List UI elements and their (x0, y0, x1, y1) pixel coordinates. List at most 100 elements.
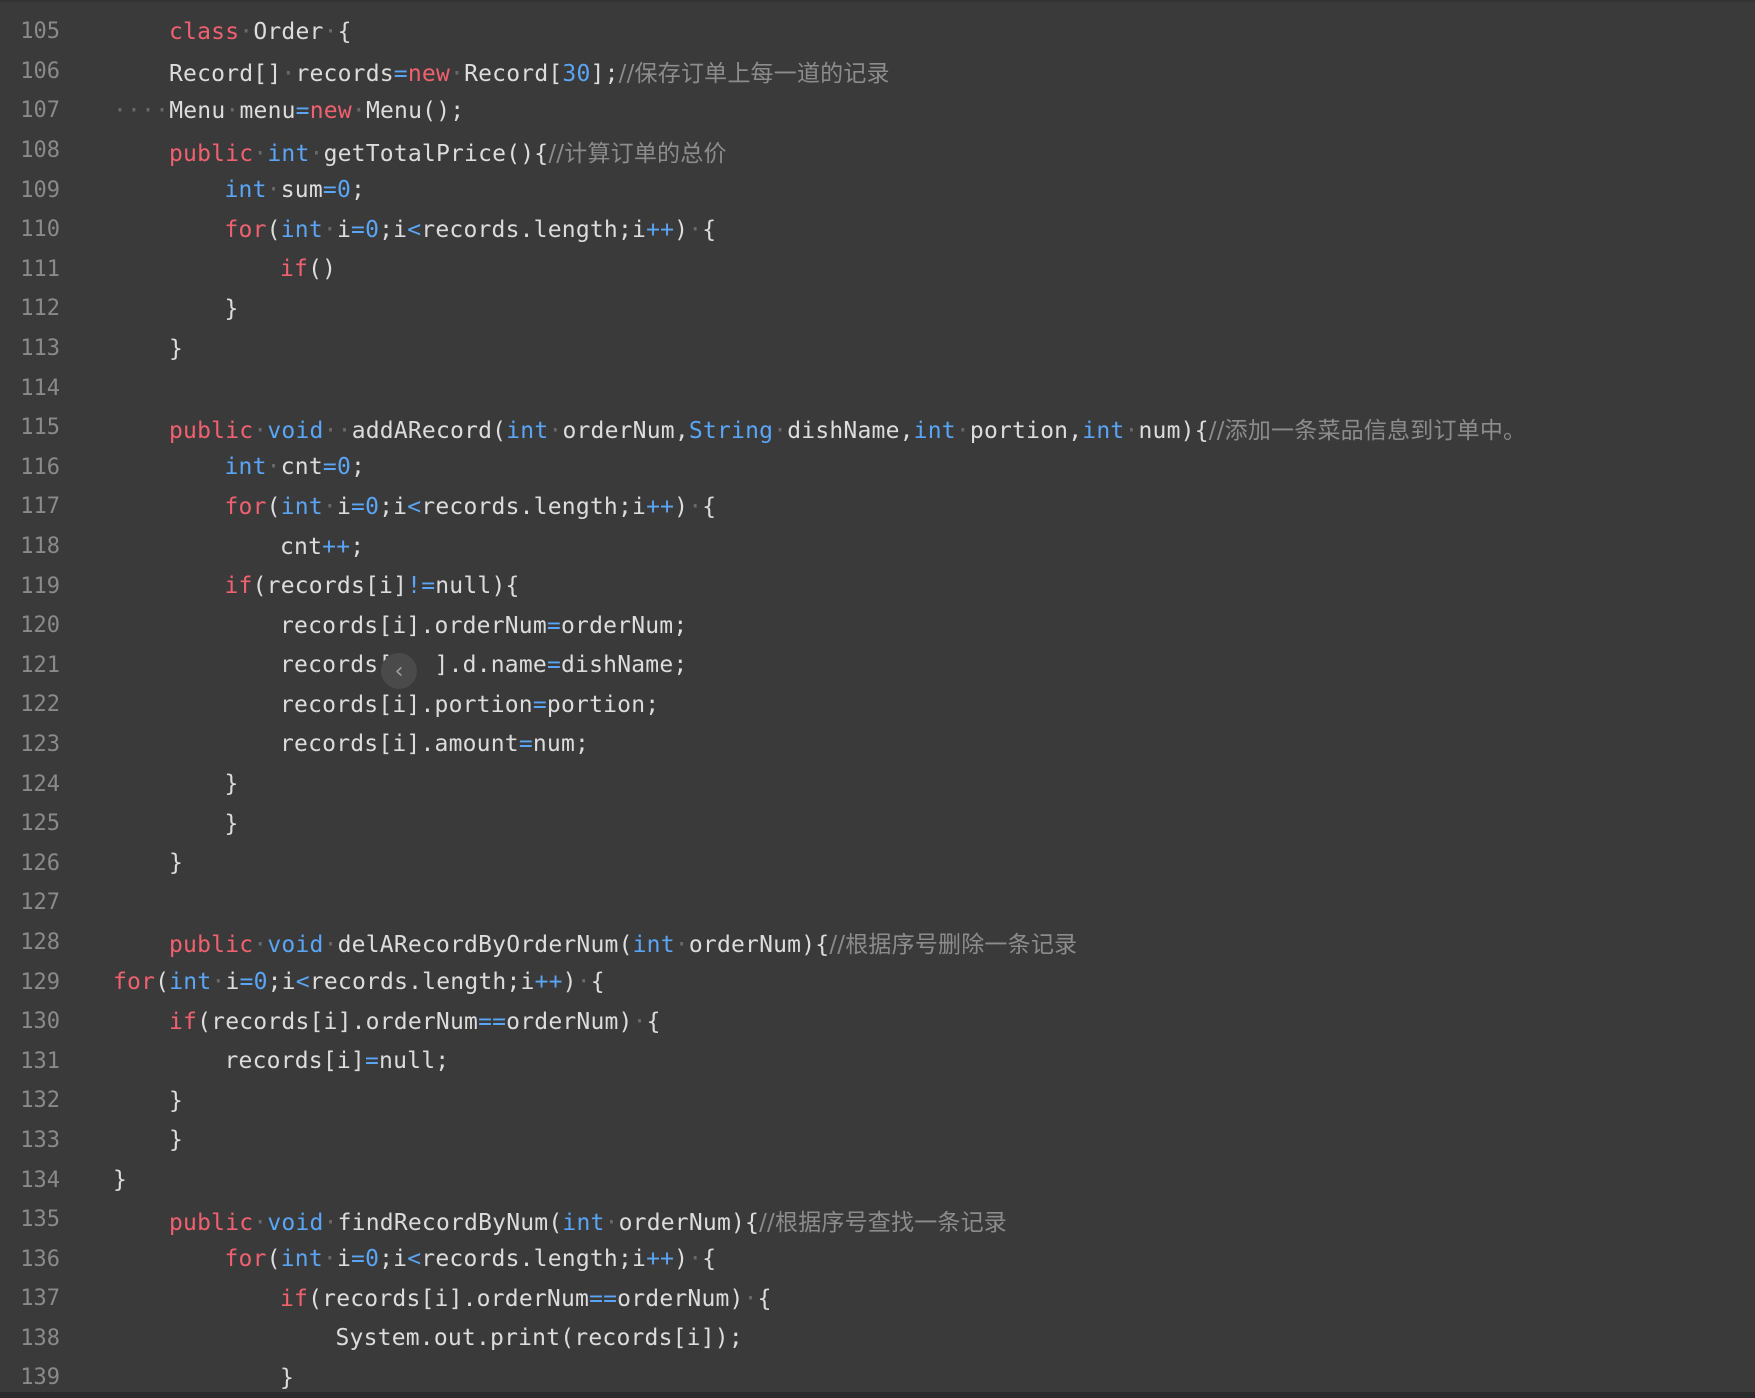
code-token: orderNum){ (688, 932, 830, 959)
code-text[interactable]: if(records[i]!=null){ (225, 573, 520, 599)
line-number: 115 (20, 415, 60, 441)
code-token: String (688, 417, 774, 444)
code-text[interactable]: for(int·i=0;i<records.length;i++)·{ (113, 969, 605, 995)
code-token: = (393, 61, 408, 88)
code-line[interactable]: 113} (0, 329, 1755, 369)
code-line[interactable]: 124} (0, 764, 1755, 804)
code-text[interactable]: if(records[i].orderNum==orderNum)·{ (280, 1286, 772, 1312)
code-text[interactable]: } (169, 1127, 183, 1153)
code-token: · (688, 493, 703, 520)
code-line[interactable]: 123 records[i].amount=num; (0, 725, 1755, 765)
code-line[interactable]: 107 ····Menu·menu=new·Menu(); (0, 91, 1755, 131)
code-line[interactable]: 137 if(records[i].orderNum==orderNum)·{ (0, 1279, 1755, 1319)
code-line[interactable]: 136 for(int·i=0;i<records.length;i++)·{ (0, 1239, 1755, 1279)
code-line[interactable]: 120 records[i].orderNum=orderNum; (0, 606, 1755, 646)
code-line[interactable]: 115 public·void··addARecord(int·orderNum,… (0, 408, 1755, 448)
line-number: 113 (20, 336, 60, 362)
code-text[interactable]: records[i].portion=portion; (280, 692, 659, 718)
code-text[interactable]: int·sum=0; (225, 177, 366, 203)
chevron-left-icon[interactable]: ‹ (381, 653, 417, 689)
code-token: int (280, 493, 323, 520)
code-token: ++ (646, 216, 675, 243)
code-text[interactable]: } (113, 1167, 127, 1193)
code-text[interactable]: if(records[i].orderNum==orderNum)·{ (169, 1009, 661, 1035)
code-token: void (267, 1209, 324, 1236)
code-text[interactable]: for(int·i=0;i<records.length;i++)·{ (225, 1246, 717, 1272)
code-text[interactable]: } (225, 811, 239, 837)
line-number: 128 (20, 929, 60, 955)
code-token: · (323, 932, 338, 959)
code-line[interactable]: 119 if(records[i]!=null){ (0, 566, 1755, 606)
code-line[interactable]: 116 int·cnt=0; (0, 448, 1755, 488)
code-line[interactable]: 108 public·int·getTotalPrice(){//计算订单的总价 (0, 131, 1755, 171)
code-text[interactable]: } (225, 296, 239, 322)
code-text[interactable]: } (225, 771, 239, 797)
code-text[interactable]: } (169, 850, 183, 876)
code-line[interactable]: 126} (0, 843, 1755, 883)
code-text[interactable]: ····Menu·menu=new·Menu(); (113, 98, 464, 124)
code-token: ++ (534, 969, 563, 996)
line-number: 118 (20, 534, 60, 560)
code-line[interactable]: 111 if() (0, 250, 1755, 290)
code-line[interactable]: 135 public·void·findRecordByNum(int·order… (0, 1200, 1755, 1240)
code-text[interactable]: records[i]=null; (225, 1048, 450, 1074)
code-line[interactable]: 134} (0, 1160, 1755, 1200)
code-text[interactable]: public·int·getTotalPrice(){//计算订单的总价 (169, 134, 727, 168)
code-line[interactable]: 118 cnt++; (0, 527, 1755, 567)
code-token: · (266, 177, 281, 204)
code-text[interactable]: System.out.print(records[i]); (336, 1325, 743, 1351)
code-line[interactable]: 138 System.out.print(records[i]); (0, 1319, 1755, 1359)
code-text[interactable]: records[i].amount=num; (280, 731, 589, 757)
code-line[interactable]: 106 Record[]·records=new·Record[30];//保存订… (0, 52, 1755, 92)
code-line[interactable]: 125} (0, 804, 1755, 844)
code-text[interactable]: Record[]·records=new·Record[30];//保存订单上每… (169, 54, 890, 88)
code-text[interactable]: for(int·i=0;i<records.length;i++)·{ (225, 494, 717, 520)
code-text[interactable]: public·void··addARecord(int·orderNum,Str… (169, 411, 1526, 445)
code-line[interactable]: 117 for(int·i=0;i<records.length;i++)·{ (0, 487, 1755, 527)
code-token: num){ (1138, 417, 1209, 444)
line-number: 123 (20, 731, 60, 757)
code-line[interactable]: 129 for(int·i=0;i<records.length;i++)·{ (0, 962, 1755, 1002)
code-lines[interactable]: 105 class·Order·{106 Record[]·records=new·… (0, 12, 1755, 1398)
code-token: } (169, 850, 184, 877)
code-line[interactable]: 127 (0, 883, 1755, 923)
line-number: 110 (20, 217, 60, 243)
code-text[interactable]: int·cnt=0; (225, 454, 366, 480)
code-text[interactable]: } (169, 1088, 183, 1114)
code-token: · (211, 969, 226, 996)
code-token: if (280, 1285, 309, 1312)
code-editor[interactable]: 105 class·Order·{106 Record[]·records=new·… (0, 0, 1755, 1398)
code-token: Record[ (464, 61, 563, 88)
code-text[interactable]: } (280, 1365, 294, 1391)
code-token: · (253, 417, 268, 444)
code-line[interactable]: 122 records[i].portion=portion; (0, 685, 1755, 725)
code-token: { (337, 18, 352, 45)
code-line[interactable]: 131 records[i]=null; (0, 1041, 1755, 1081)
code-text[interactable]: public·void·delARecordByOrderNum(int·ord… (169, 925, 1077, 959)
code-text[interactable]: if() (280, 256, 336, 282)
code-line[interactable]: 121 records[ ].d.name=dishName; (0, 646, 1755, 686)
code-token: int (562, 1209, 605, 1236)
code-text[interactable]: records[ ].d.name=dishName; (280, 652, 687, 678)
code-token: void (267, 932, 324, 959)
code-line[interactable]: 109 int·sum=0; (0, 170, 1755, 210)
code-line[interactable]: 105 class·Order·{ (0, 12, 1755, 52)
code-token: Menu(); (365, 97, 465, 124)
code-token: · (604, 1209, 619, 1236)
code-line[interactable]: 110 for(int·i=0;i<records.length;i++)·{ (0, 210, 1755, 250)
code-line[interactable]: 112} (0, 289, 1755, 329)
code-line[interactable]: 132} (0, 1081, 1755, 1121)
code-text[interactable]: class·Order·{ (169, 19, 352, 45)
code-line[interactable]: 128 public·void·delARecordByOrderNum(int·… (0, 923, 1755, 963)
code-line[interactable]: 130 if(records[i].orderNum==orderNum)·{ (0, 1002, 1755, 1042)
line-number: 125 (20, 811, 60, 837)
code-text[interactable]: for(int·i=0;i<records.length;i++)·{ (225, 217, 717, 243)
line-number: 109 (20, 177, 60, 203)
code-line[interactable]: 114 (0, 368, 1755, 408)
code-text[interactable]: cnt++; (280, 534, 364, 560)
code-text[interactable]: records[i].orderNum=orderNum; (280, 613, 687, 639)
code-text[interactable]: public·void·findRecordByNum(int·orderNum… (169, 1203, 1007, 1237)
code-text[interactable]: } (169, 336, 183, 362)
code-token: == (589, 1285, 618, 1312)
code-line[interactable]: 133} (0, 1121, 1755, 1161)
